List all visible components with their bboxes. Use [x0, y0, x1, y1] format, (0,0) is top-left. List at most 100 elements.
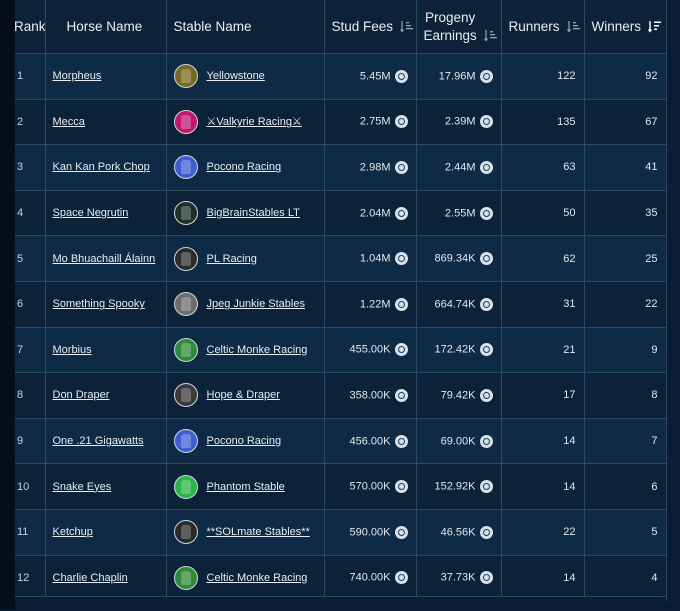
- table-row[interactable]: 4 Space Negrutin BigBrainStables LT 2.04M 2.…: [15, 190, 667, 237]
- stud-fee-value: 590.00K: [349, 526, 391, 539]
- runners-value: 31: [563, 298, 576, 311]
- stable-cell: PL Racing: [166, 235, 325, 282]
- table-row[interactable]: 9 One .21 Gigawatts Pocono Racing 456.00K 69…: [15, 418, 667, 465]
- horse-name-link[interactable]: One .21 Gigawatts: [53, 435, 144, 447]
- horse-name-link[interactable]: Don Draper: [53, 389, 110, 401]
- stable-name-link[interactable]: Yellowstone: [207, 70, 265, 82]
- progeny-earnings-value: 172.42K: [434, 343, 476, 356]
- sort-ascending-icon[interactable]: [483, 29, 497, 42]
- horse-name-link[interactable]: Ketchup: [53, 526, 93, 538]
- table-row[interactable]: 3 Kan Kan Pork Chop Pocono Racing 2.98M 2.44…: [15, 144, 667, 191]
- stable-name-link[interactable]: Jpeg Junkie Stables: [207, 298, 305, 310]
- horse-name-link[interactable]: Morpheus: [53, 70, 102, 82]
- horse-name-link[interactable]: Morbius: [53, 344, 92, 356]
- horse-name-link[interactable]: Kan Kan Pork Chop: [53, 161, 150, 173]
- table-row[interactable]: 8 Don Draper Hope & Draper 358.00K 79.42K 17 8: [15, 372, 667, 419]
- horse-name-link[interactable]: Mo Bhuachaill Álainn: [53, 253, 156, 265]
- horse-cell: Mecca: [45, 99, 167, 146]
- runners-cell: 63: [501, 144, 585, 191]
- currency-coin-icon: [394, 571, 408, 585]
- rank-column-header[interactable]: Rank: [15, 0, 46, 54]
- runners-value: 21: [563, 343, 576, 356]
- winners-value: 4: [651, 571, 658, 584]
- stud-fee-value: 2.04M: [359, 206, 391, 219]
- progeny-earnings-cell: 152.92K: [416, 463, 502, 510]
- sort-ascending-icon[interactable]: [400, 20, 414, 33]
- table-row[interactable]: 6 Something Spooky Jpeg Junkie Stables 1.22…: [15, 281, 667, 328]
- stable-name-link[interactable]: ⚔Valkyrie Racing⚔: [207, 115, 302, 128]
- stable-name-link[interactable]: Celtic Monke Racing: [207, 344, 308, 356]
- stud-fees-header-label: Stud Fees: [331, 19, 394, 34]
- winners-cell: 4: [584, 555, 667, 602]
- sort-descending-icon[interactable]: [648, 20, 662, 33]
- runners-column-header[interactable]: Runners: [501, 0, 585, 54]
- progeny-earnings-cell: 79.42K: [416, 372, 502, 419]
- horse-name-link[interactable]: Space Negrutin: [53, 207, 129, 219]
- winners-header-label: Winners: [591, 19, 642, 34]
- winners-value: 5: [651, 526, 658, 539]
- runners-value: 17: [563, 389, 576, 402]
- stud-fee-cell: 2.75M: [324, 99, 417, 146]
- stable-column-header[interactable]: Stable Name: [166, 0, 325, 54]
- stud-fees-column-header[interactable]: Stud Fees: [324, 0, 417, 54]
- table-row[interactable]: 11 Ketchup **SOLmate Stables** 590.00K 46.56…: [15, 509, 667, 556]
- table-row[interactable]: 1 Morpheus Yellowstone 5.45M 17.96M 122 92: [15, 53, 667, 100]
- horse-name-link[interactable]: Something Spooky: [53, 298, 145, 310]
- stable-cell: ⚔Valkyrie Racing⚔: [166, 99, 325, 146]
- stable-name-link[interactable]: **SOLmate Stables**: [207, 526, 310, 538]
- runners-cell: 50: [501, 190, 585, 237]
- stable-name-link[interactable]: Hope & Draper: [207, 389, 280, 401]
- horse-column-header[interactable]: Horse Name: [45, 0, 167, 54]
- horse-name-link[interactable]: Charlie Chaplin: [53, 572, 128, 584]
- horse-cell: Kan Kan Pork Chop: [45, 144, 167, 191]
- currency-coin-icon: [394, 525, 408, 539]
- table-row[interactable]: 7 Morbius Celtic Monke Racing 455.00K 172.42…: [15, 327, 667, 374]
- table-row[interactable]: 5 Mo Bhuachaill Álainn PL Racing 1.04M 869.3…: [15, 235, 667, 282]
- winners-value: 92: [645, 70, 658, 83]
- stable-name-link[interactable]: Pocono Racing: [207, 161, 282, 173]
- stable-name-link[interactable]: Pocono Racing: [207, 435, 282, 447]
- horse-name-link[interactable]: Snake Eyes: [53, 481, 112, 493]
- currency-coin-icon: [479, 434, 493, 448]
- winners-cell: 67: [584, 99, 667, 146]
- progeny-earnings-value: 152.92K: [434, 480, 476, 493]
- progeny-earnings-value: 2.44M: [444, 161, 476, 174]
- table-row[interactable]: 10 Snake Eyes Phantom Stable 570.00K 152.92K…: [15, 463, 667, 510]
- leaderboard-table: Rank Horse Name Stable Name Stud Fees Pr…: [15, 0, 667, 602]
- horse-name-link[interactable]: Mecca: [53, 116, 85, 128]
- horse-cell: Don Draper: [45, 372, 167, 419]
- rank-cell: 11: [15, 509, 46, 556]
- progeny-earnings-value: 17.96M: [438, 70, 476, 83]
- stable-header-label: Stable Name: [173, 19, 252, 34]
- stable-name-link[interactable]: PL Racing: [207, 253, 257, 265]
- winners-cell: 8: [584, 372, 667, 419]
- rank-cell: 5: [15, 235, 46, 282]
- stable-name-link[interactable]: Celtic Monke Racing: [207, 572, 308, 584]
- stable-name-link[interactable]: Phantom Stable: [207, 481, 285, 493]
- winners-cell: 25: [584, 235, 667, 282]
- stable-name-link[interactable]: BigBrainStables LT: [207, 207, 300, 219]
- rank-cell: 3: [15, 144, 46, 191]
- winners-value: 35: [645, 207, 658, 220]
- table-row[interactable]: 12 Charlie Chaplin Celtic Monke Racing 740.…: [15, 555, 667, 602]
- table-row[interactable]: 2 Mecca ⚔Valkyrie Racing⚔ 2.75M 2.39M 135 67: [15, 99, 667, 146]
- progeny-earnings-column-header[interactable]: Progeny Earnings: [416, 0, 502, 54]
- progeny-header-line1: Progeny: [425, 9, 476, 25]
- currency-coin-icon: [394, 252, 408, 266]
- rank-value: 7: [17, 343, 24, 356]
- currency-coin-icon: [479, 480, 493, 494]
- winners-column-header[interactable]: Winners: [584, 0, 667, 54]
- progeny-earnings-cell: 664.74K: [416, 281, 502, 328]
- currency-coin-icon: [394, 480, 408, 494]
- runners-cell: 22: [501, 509, 585, 556]
- progeny-earnings-value: 869.34K: [434, 252, 476, 265]
- currency-coin-icon: [394, 297, 408, 311]
- runners-value: 135: [557, 115, 576, 128]
- horse-cell: Something Spooky: [45, 281, 167, 328]
- horse-cell: Ketchup: [45, 509, 167, 556]
- stable-cell: Celtic Monke Racing: [166, 327, 325, 374]
- sort-ascending-icon[interactable]: [566, 20, 580, 33]
- stable-cell: Pocono Racing: [166, 418, 325, 465]
- stud-fee-value: 5.45M: [359, 70, 391, 83]
- rank-cell: 10: [15, 463, 46, 510]
